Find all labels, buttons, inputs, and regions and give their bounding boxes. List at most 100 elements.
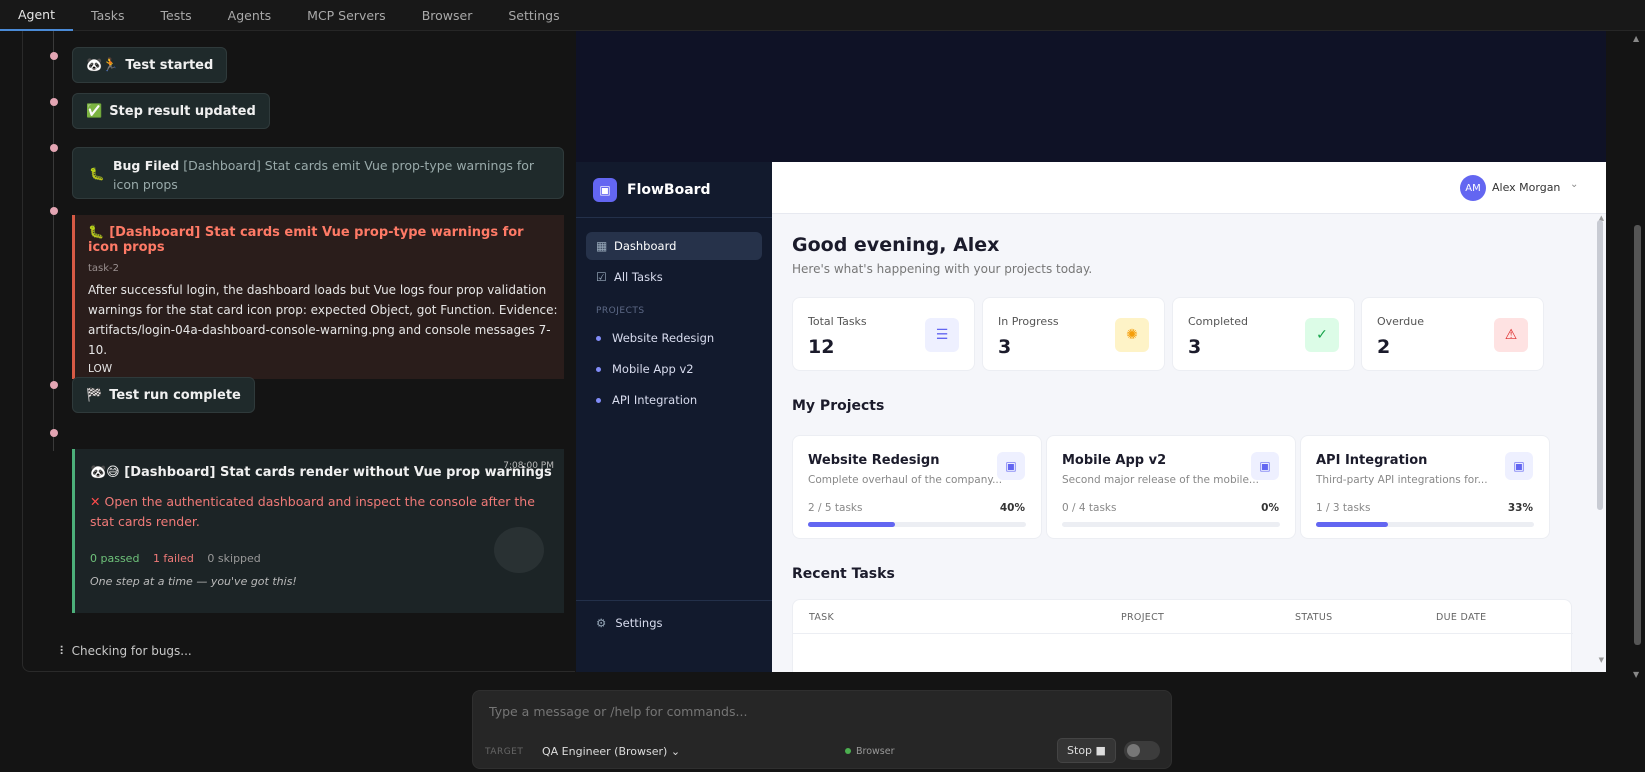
bug-title-text: [Dashboard] Stat cards emit Vue prop-typ… bbox=[88, 225, 524, 255]
event-label: Step result updated bbox=[109, 103, 256, 119]
skipped-count: 0 skipped bbox=[207, 552, 261, 565]
check-icon: ✅ bbox=[86, 103, 103, 119]
window-scrollbar[interactable] bbox=[1634, 225, 1641, 645]
panda-face-icon: 🐼😅 bbox=[90, 465, 125, 480]
sidebar-project[interactable]: Website Redesign bbox=[596, 331, 714, 345]
message-composer: TARGET QA Engineer (Browser) ⌄ Browser S… bbox=[472, 690, 1172, 769]
folder-icon: ▣ bbox=[997, 452, 1025, 480]
project-card[interactable]: Website Redesign Complete overhaul of th… bbox=[792, 435, 1042, 539]
scroll-up-icon[interactable]: ▲ bbox=[1633, 34, 1639, 43]
stat-value: 12 bbox=[808, 336, 835, 358]
failed-step: ✕ Open the authenticated dashboard and in… bbox=[90, 492, 540, 532]
tab-mcp-servers[interactable]: MCP Servers bbox=[289, 0, 404, 31]
stat-card-completed: Completed 3 ✓ bbox=[1172, 297, 1355, 371]
event-label: Test started bbox=[125, 57, 214, 73]
nav-label: Settings bbox=[615, 616, 663, 630]
panda-mascot-icon bbox=[494, 527, 544, 573]
result-stats: 0 passed 1 failed 0 skipped bbox=[90, 552, 552, 565]
project-description: Complete overhaul of the company... bbox=[808, 474, 1003, 486]
project-label: Website Redesign bbox=[612, 331, 715, 345]
column-header-status: STATUS bbox=[1295, 612, 1333, 623]
tab-agent[interactable]: Agent bbox=[0, 0, 73, 31]
check-circle-icon: ✓ bbox=[1305, 318, 1339, 352]
status-label: Checking for bugs... bbox=[71, 644, 192, 658]
failed-count: 1 failed bbox=[152, 552, 194, 565]
project-label: API Integration bbox=[612, 393, 698, 407]
browser-status: Browser bbox=[856, 746, 895, 757]
tab-settings[interactable]: Settings bbox=[490, 0, 577, 31]
stop-label: Stop bbox=[1067, 744, 1093, 757]
nav-settings[interactable]: ⚙ Settings bbox=[596, 616, 662, 630]
cross-icon: ✕ bbox=[90, 494, 101, 509]
browser-viewport[interactable]: ▣ FlowBoard ▦ Dashboard ☑ All Tasks PROJEC… bbox=[576, 31, 1606, 672]
alert-triangle-icon: ⚠ bbox=[1494, 318, 1528, 352]
folder-icon: ▣ bbox=[1251, 452, 1279, 480]
project-card[interactable]: Mobile App v2 Second major release of th… bbox=[1046, 435, 1296, 539]
projects-heading: PROJECTS bbox=[596, 306, 645, 316]
dashboard: AM Alex Morgan ⌄ Good evening, Alex Here… bbox=[772, 162, 1606, 672]
failed-step-text: Open the authenticated dashboard and ins… bbox=[90, 494, 535, 529]
event-bug-filed: 🐛 Bug Filed [Dashboard] Stat cards emit … bbox=[72, 147, 564, 199]
tab-tests[interactable]: Tests bbox=[143, 0, 210, 31]
stat-value: 3 bbox=[998, 336, 1012, 358]
project-description: Third-party API integrations for... bbox=[1316, 474, 1488, 486]
target-value: QA Engineer (Browser) bbox=[542, 745, 668, 758]
scroll-down-icon[interactable]: ▼ bbox=[1599, 656, 1604, 664]
bug-icon: 🐛 bbox=[88, 225, 105, 240]
stop-button[interactable]: Stop ■ bbox=[1057, 738, 1116, 763]
column-header-due-date: DUE DATE bbox=[1436, 612, 1487, 623]
passed-count: 0 passed bbox=[90, 552, 140, 565]
scroll-down-icon[interactable]: ▼ bbox=[1633, 670, 1639, 679]
recent-tasks-table: TASK PROJECT STATUS DUE DATE bbox=[792, 599, 1573, 672]
toggle-knob bbox=[1127, 744, 1140, 757]
bug-card: 🐛 [Dashboard] Stat cards emit Vue prop-ty… bbox=[72, 215, 564, 379]
bug-icon: 🐛 bbox=[89, 166, 105, 181]
stat-value: 3 bbox=[1188, 336, 1202, 358]
target-select[interactable]: QA Engineer (Browser) ⌄ bbox=[542, 745, 680, 758]
project-description: Second major release of the mobile... bbox=[1062, 474, 1259, 486]
event-run-complete: 🏁 Test run complete bbox=[72, 377, 255, 413]
project-dot bbox=[596, 335, 601, 341]
activity-log[interactable]: 🐼🏃 Test started ✅ Step result updated 🐛 … bbox=[22, 31, 575, 672]
nav-all-tasks[interactable]: ☑ All Tasks bbox=[586, 263, 762, 291]
stat-label: Total Tasks bbox=[808, 315, 867, 328]
app-sidebar: ▣ FlowBoard ▦ Dashboard ☑ All Tasks PROJEC… bbox=[576, 162, 772, 672]
project-name: Website Redesign bbox=[808, 453, 940, 468]
tab-browser[interactable]: Browser bbox=[404, 0, 491, 31]
event-label: Test run complete bbox=[109, 387, 241, 403]
result-title-text: [Dashboard] Stat cards render without Vu… bbox=[124, 465, 552, 480]
stat-label: Completed bbox=[1188, 315, 1248, 328]
timeline-dot bbox=[50, 381, 58, 389]
stop-square-icon: ■ bbox=[1095, 744, 1106, 757]
chevron-down-icon[interactable]: ⌄ bbox=[1570, 179, 1578, 190]
encouragement: One step at a time — you've got this! bbox=[90, 575, 297, 588]
avatar[interactable]: AM bbox=[1460, 175, 1486, 201]
folder-logo-icon: ▣ bbox=[593, 178, 617, 202]
sidebar-project[interactable]: API Integration bbox=[596, 393, 697, 407]
timeline-dot bbox=[50, 144, 58, 152]
user-name[interactable]: Alex Morgan bbox=[1492, 181, 1560, 194]
project-card[interactable]: API Integration Third-party API integrat… bbox=[1300, 435, 1550, 539]
status-dot-icon bbox=[845, 748, 851, 754]
gear-icon: ⚙ bbox=[596, 616, 607, 630]
scrollbar[interactable] bbox=[1597, 220, 1603, 510]
sidebar-project[interactable]: Mobile App v2 bbox=[596, 362, 694, 376]
project-task-count: 2 / 5 tasks bbox=[808, 502, 863, 514]
message-input[interactable] bbox=[489, 704, 1149, 719]
tab-agents[interactable]: Agents bbox=[210, 0, 290, 31]
result-timestamp: 7:08:00 PM bbox=[503, 461, 554, 471]
nav-dashboard[interactable]: ▦ Dashboard bbox=[586, 232, 762, 260]
status-text: ⠇ Checking for bugs... bbox=[59, 644, 192, 658]
project-dot bbox=[596, 397, 601, 403]
toggle-switch[interactable] bbox=[1124, 741, 1160, 760]
bug-task-id: task-2 bbox=[88, 263, 120, 274]
checkbox-icon: ☑ bbox=[596, 270, 607, 284]
runner-icon: 🐼🏃 bbox=[86, 57, 119, 73]
loader-icon: ✺ bbox=[1115, 318, 1149, 352]
progress-fill bbox=[1316, 522, 1388, 527]
nav-label: Dashboard bbox=[614, 239, 677, 253]
nav-label: All Tasks bbox=[614, 270, 663, 284]
tab-tasks[interactable]: Tasks bbox=[73, 0, 143, 31]
progress-bar bbox=[1062, 522, 1280, 527]
project-task-count: 0 / 4 tasks bbox=[1062, 502, 1117, 514]
